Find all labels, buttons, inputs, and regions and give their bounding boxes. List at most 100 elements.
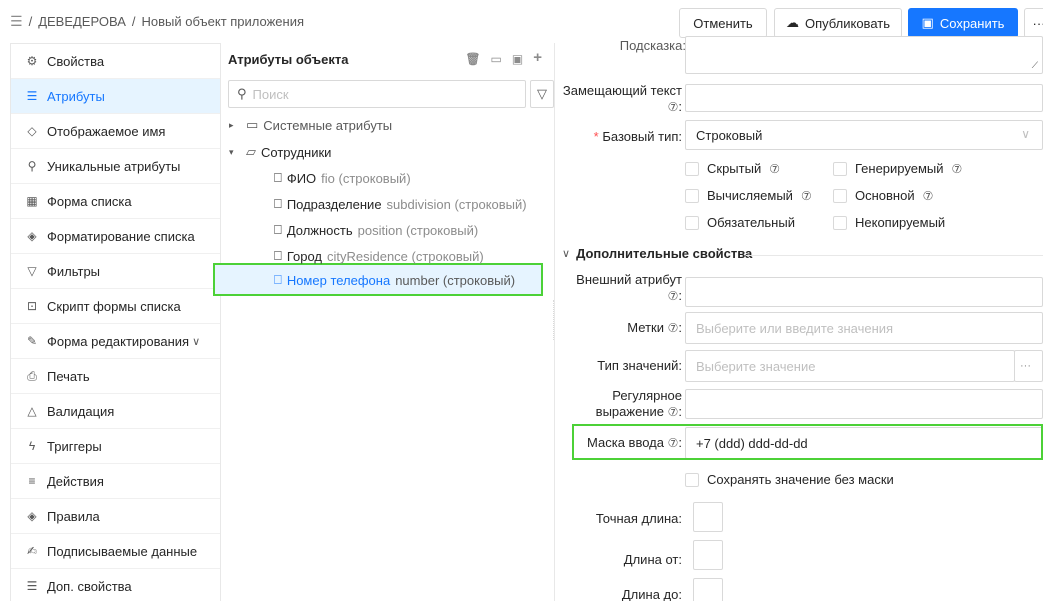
resize-grip-icon: ⟋ xyxy=(1031,60,1038,70)
sidebar-item-list-format[interactable]: ◈ Форматирование списка xyxy=(11,219,220,254)
menu-icon[interactable]: ☰ xyxy=(10,13,23,30)
save-button[interactable]: ▣ Сохранить xyxy=(908,8,1018,38)
search-input[interactable]: ⚲ Поиск xyxy=(228,80,526,108)
save-without-mask-checkbox[interactable]: Сохранять значение без маски xyxy=(685,472,894,487)
trash-icon[interactable]: 🗑 xyxy=(465,52,480,66)
checkbox-label: Генерируемый xyxy=(855,161,944,176)
tree-node-employees[interactable]: ▾ ▱ Сотрудники xyxy=(229,141,331,163)
tree-node-code: position (строковый) xyxy=(357,222,479,238)
main-checkbox[interactable]: Основной ⑦ xyxy=(833,188,933,203)
help-icon[interactable]: ⑦ xyxy=(668,405,679,419)
sidebar-item-filters[interactable]: ▽ Фильтры xyxy=(11,254,220,289)
tags-label-text: Метки xyxy=(627,320,664,335)
sidebar-item-label: Уникальные атрибуты xyxy=(47,158,181,174)
sidebar-item-signed-data[interactable]: ✍ Подписываемые данные xyxy=(11,534,220,569)
tree-node-subdivision[interactable]: ⎕ Подразделение subdivision (строковый) xyxy=(274,193,527,215)
hint-textarea[interactable]: ⟋ xyxy=(685,36,1043,74)
sidebar-item-list-form[interactable]: ▦ Форма списка xyxy=(11,184,220,219)
sidebar-item-properties[interactable]: ⚙ Свойства xyxy=(11,44,220,79)
search-icon: ⚲ xyxy=(27,159,37,173)
tree-node-label: Системные атрибуты xyxy=(263,117,393,133)
external-attr-input[interactable] xyxy=(685,277,1043,307)
base-type-select[interactable]: Строковый ∨ xyxy=(685,120,1043,150)
sidebar-item-display-name[interactable]: ◇ Отображаемое имя xyxy=(11,114,220,149)
sidebar-item-label: Правила xyxy=(47,508,100,524)
tags-input[interactable]: Выберите или введите значения xyxy=(685,312,1043,344)
save-label: Сохранить xyxy=(939,15,1005,31)
help-icon[interactable]: ⑦ xyxy=(668,289,679,303)
tree-node-code: fio (строковый) xyxy=(321,170,411,186)
help-icon[interactable]: ⑦ xyxy=(668,321,679,335)
cancel-button[interactable]: Отменить xyxy=(679,8,767,38)
checkbox-label: Некопируемый xyxy=(855,215,946,230)
length-to-input[interactable] xyxy=(693,578,723,601)
file-icon: ⎕ xyxy=(274,248,282,263)
sidebar-item-actions[interactable]: ≡ Действия xyxy=(11,464,220,499)
plus-icon[interactable]: + xyxy=(533,50,542,66)
base-type-label: * Базовый тип: xyxy=(566,129,682,145)
tree-node-label: Номер телефона xyxy=(286,272,391,288)
regex-input[interactable] xyxy=(685,389,1043,419)
more-button[interactable]: ··· xyxy=(1024,8,1043,38)
colon: : xyxy=(678,358,682,373)
sidebar-item-label: Форматирование списка xyxy=(47,228,195,244)
length-from-input[interactable] xyxy=(693,540,723,570)
help-icon[interactable]: ⑦ xyxy=(769,162,780,176)
sidebar-item-attributes[interactable]: ☰ Атрибуты xyxy=(11,79,220,114)
help-icon[interactable]: ⑦ xyxy=(952,162,963,176)
checkbox-box[interactable] xyxy=(833,215,847,230)
exact-length-input[interactable] xyxy=(693,502,723,532)
value-type-browse-button[interactable]: ··· xyxy=(1014,350,1043,382)
sidebar-item-unique[interactable]: ⚲ Уникальные атрибуты xyxy=(11,149,220,184)
checkbox-box[interactable] xyxy=(685,472,699,487)
chevron-right-icon[interactable]: ▸ xyxy=(229,120,241,131)
folder-icon[interactable]: ▭ xyxy=(491,52,502,66)
list-icon: ☰ xyxy=(26,579,38,593)
publish-button[interactable]: ☁ Опубликовать xyxy=(774,8,902,38)
gear-icon: ⚙ xyxy=(26,54,38,68)
checkbox-box[interactable] xyxy=(685,188,699,203)
chevron-down-icon[interactable]: ▾ xyxy=(229,147,241,158)
tree-node-fio[interactable]: ⎕ ФИО fio (строковый) xyxy=(274,167,411,189)
checkbox-box[interactable] xyxy=(685,215,699,230)
generated-checkbox[interactable]: Генерируемый ⑦ xyxy=(833,161,962,176)
sidebar-item-rules[interactable]: ◈ Правила xyxy=(11,499,220,534)
noncopy-checkbox[interactable]: Некопируемый xyxy=(833,215,945,230)
checkbox-label: Основной xyxy=(855,188,915,203)
required-checkbox[interactable]: Обязательный xyxy=(685,215,795,230)
tag-icon: ◇ xyxy=(27,124,37,138)
additional-properties-section[interactable]: ∨ Дополнительные свойства xyxy=(562,246,752,261)
sidebar-item-edit-form[interactable]: ✎ Форма редактирования ∨ xyxy=(11,324,220,359)
placeholder-text-input[interactable] xyxy=(685,84,1043,112)
filter-button[interactable]: ▽ xyxy=(530,80,554,108)
length-from-label: Длина от: xyxy=(562,552,682,568)
tree-node-system[interactable]: ▸ ▭ Системные атрибуты xyxy=(229,114,392,136)
tree-node-position[interactable]: ⎕ Должность position (строковый) xyxy=(274,219,478,241)
sidebar-item-list-script[interactable]: ⊡ Скрипт формы списка xyxy=(11,289,220,324)
value-type-select[interactable]: Выберите значение xyxy=(685,350,1015,382)
computed-checkbox[interactable]: Вычисляемый ⑦ xyxy=(685,188,812,203)
printer-icon: ⎙ xyxy=(27,368,37,383)
terminal-icon: ⊡ xyxy=(26,299,38,313)
publish-label: Опубликовать xyxy=(804,15,890,31)
sidebar-item-validation[interactable]: △ Валидация xyxy=(11,394,220,429)
hidden-checkbox[interactable]: Скрытый ⑦ xyxy=(685,161,780,176)
checkbox-box[interactable] xyxy=(833,188,847,203)
add-folder-icon[interactable]: ▣ xyxy=(512,52,523,66)
tree-node-label: Город xyxy=(286,248,322,264)
checkbox-box[interactable] xyxy=(833,161,847,176)
checkbox-box[interactable] xyxy=(685,161,699,176)
edit-icon: ✎ xyxy=(26,334,38,348)
sidebar-item-extra[interactable]: ☰ Доп. свойства xyxy=(11,569,220,601)
length-to-label-text: Длина до xyxy=(621,587,679,601)
help-icon[interactable]: ⑦ xyxy=(668,100,679,114)
breadcrumb-project[interactable]: ДЕВЕДЕРОВА xyxy=(38,14,126,29)
length-to-label: Длина до: xyxy=(562,587,682,601)
tree-node-phone[interactable]: ⎕ Номер телефона number (строковый) xyxy=(274,269,515,291)
sidebar-item-print[interactable]: ⎙ Печать xyxy=(11,359,220,394)
help-icon[interactable]: ⑦ xyxy=(923,189,934,203)
tree-node-city[interactable]: ⎕ Город cityResidence (строковый) xyxy=(274,245,484,267)
help-icon[interactable]: ⑦ xyxy=(801,189,812,203)
value-type-label: Тип значений: xyxy=(562,358,682,374)
sidebar-item-triggers[interactable]: ϟ Триггеры xyxy=(11,429,220,464)
